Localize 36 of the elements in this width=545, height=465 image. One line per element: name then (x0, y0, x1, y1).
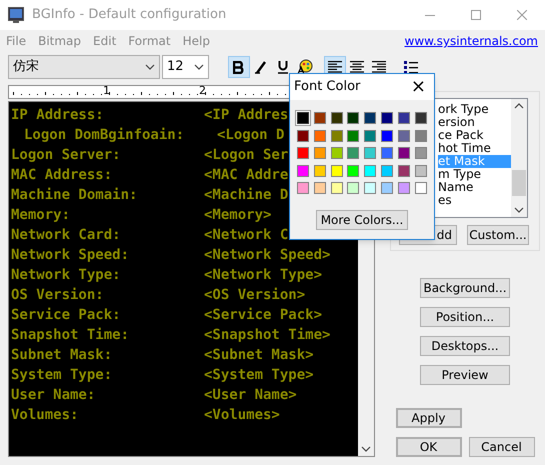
field-placeholder: <OS Version> (204, 286, 306, 305)
field-label: Logon DomBginfoain: (23, 126, 186, 145)
field-label: Network Card: (11, 226, 122, 245)
field-placeholder: <Machine D (204, 186, 288, 205)
field-label: Machine Domain: (11, 186, 138, 205)
field-placeholder: <Logon Ser (204, 146, 288, 165)
field-placeholder: <Network Type> (204, 266, 322, 285)
field-placeholder: <IP Addres (204, 106, 288, 125)
field-placeholder: <Memory> (204, 206, 272, 225)
field-label: Network Speed: (11, 246, 130, 265)
field-label: Volumes: (11, 406, 80, 425)
ruler-number: 2 (199, 84, 206, 98)
field-label: Service Pack: (11, 306, 122, 325)
field-placeholder: <Subnet Mask> (204, 346, 314, 365)
field-label: Memory: (11, 206, 72, 225)
field-placeholder: <Snapshot Time> (204, 326, 330, 345)
popup-title: Font Color (294, 78, 360, 96)
field-placeholder: <MAC Addre (204, 166, 288, 185)
field-placeholder: <Volumes> (204, 406, 280, 425)
field-placeholder: <User Name> (204, 386, 297, 405)
field-label: Subnet Mask: (11, 346, 114, 365)
field-label: IP Address: (11, 106, 105, 125)
ruler-number: 1 (103, 84, 110, 98)
field-label: Network Type: (11, 266, 122, 285)
field-placeholder: <Service Pack> (204, 306, 322, 325)
field-placeholder: <System Type> (204, 366, 314, 385)
field-placeholder: <Network Speed> (204, 246, 330, 265)
field-placeholder: <Logon D (216, 126, 284, 145)
field-label: Snapshot Time: (11, 326, 130, 345)
field-label: User Name: (11, 386, 96, 405)
field-label: OS Version: (11, 286, 105, 305)
field-placeholder: <Network C (204, 226, 288, 245)
window-title: BGInfo - Default configuration (32, 6, 226, 24)
field-label: Logon Server: (11, 146, 122, 165)
field-label: System Type: (11, 366, 114, 385)
field-label: MAC Address: (11, 166, 114, 185)
